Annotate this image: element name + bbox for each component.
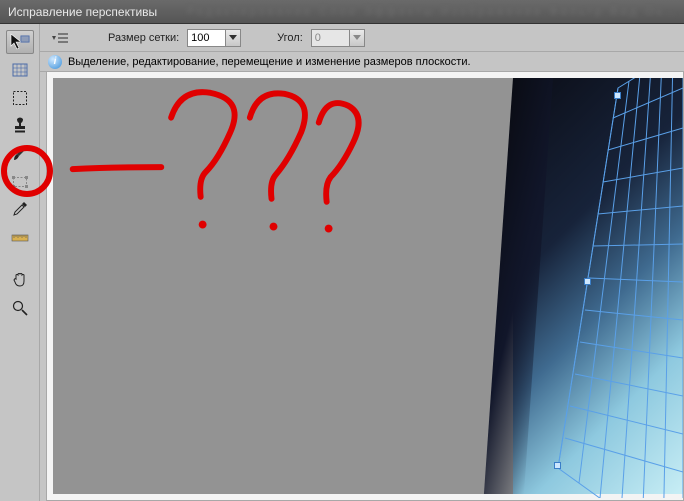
- canvas-area[interactable]: [46, 72, 684, 501]
- grid-handle-bl[interactable]: [554, 462, 561, 469]
- grid-size-input[interactable]: [187, 29, 225, 47]
- stamp-tool[interactable]: [6, 114, 34, 138]
- zoom-tool[interactable]: [6, 296, 34, 320]
- stamp-icon: [12, 117, 28, 135]
- grid-handle-ml[interactable]: [584, 278, 591, 285]
- grid-size-combo[interactable]: [187, 29, 241, 47]
- angle-combo[interactable]: [311, 29, 365, 47]
- options-bar: Размер сетки: Угол:: [40, 24, 684, 52]
- menu-lines-icon: [50, 32, 70, 44]
- main-panel: Размер сетки: Угол: i: [40, 24, 684, 501]
- chevron-down-icon: [229, 35, 237, 40]
- dialog-window: Исправление перспективы Редактирование С…: [0, 0, 684, 501]
- canvas-background: [53, 78, 683, 494]
- info-text: Выделение, редактирование, перемещение и…: [68, 56, 471, 68]
- brush-tool[interactable]: [6, 142, 34, 166]
- menu-blur: Редактирование Слои Эффекты Изображение …: [187, 6, 676, 18]
- perspective-grid[interactable]: [513, 78, 683, 498]
- title-bar[interactable]: Исправление перспективы Редактирование С…: [0, 0, 684, 24]
- marquee-tool[interactable]: [6, 86, 34, 110]
- tool-strip: [0, 24, 40, 501]
- grid-size-label: Размер сетки:: [108, 32, 179, 44]
- dialog-body: Размер сетки: Угол: i: [0, 24, 684, 501]
- chevron-down-icon: [353, 35, 361, 40]
- hand-icon: [12, 271, 28, 289]
- transform-icon: [11, 175, 29, 189]
- angle-label: Угол:: [277, 32, 303, 44]
- angle-input[interactable]: [311, 29, 349, 47]
- arrow-cursor-icon: [10, 33, 30, 51]
- angle-dropdown[interactable]: [349, 29, 365, 47]
- edit-plane-tool[interactable]: [6, 30, 34, 54]
- info-icon: i: [48, 55, 62, 69]
- eyedropper-tool[interactable]: [6, 198, 34, 222]
- options-menu-button[interactable]: [48, 30, 72, 46]
- hand-tool[interactable]: [6, 268, 34, 292]
- create-plane-tool[interactable]: [6, 58, 34, 82]
- magnifier-icon: [12, 300, 28, 316]
- grid-handle-tl[interactable]: [614, 92, 621, 99]
- measure-tool[interactable]: [6, 226, 34, 250]
- marquee-icon: [12, 90, 28, 106]
- grid-size-dropdown[interactable]: [225, 29, 241, 47]
- brush-icon: [12, 145, 28, 163]
- grid-plane-icon: [11, 61, 29, 79]
- transform-tool[interactable]: [6, 170, 34, 194]
- window-title: Исправление перспективы: [8, 5, 157, 19]
- info-bar: i Выделение, редактирование, перемещение…: [40, 52, 684, 72]
- ruler-icon: [11, 232, 29, 244]
- eyedropper-icon: [12, 201, 28, 219]
